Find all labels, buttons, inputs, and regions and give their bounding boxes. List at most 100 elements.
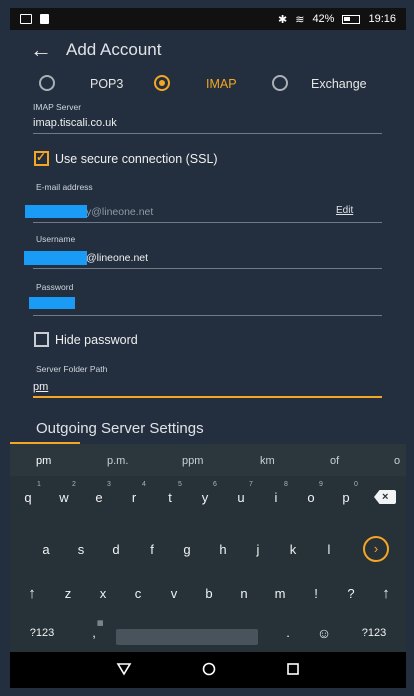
app-bar: ← Add Account — [10, 30, 406, 70]
hide-password-checkbox[interactable] — [34, 332, 49, 347]
key-p[interactable]: p — [336, 490, 356, 505]
shift-left-icon[interactable]: ↑ — [22, 585, 42, 602]
key-w[interactable]: w — [54, 490, 74, 505]
password-label: Password — [36, 282, 74, 292]
radio-pop3[interactable] — [39, 75, 55, 91]
battery-percent: 42% — [312, 13, 335, 25]
key-f[interactable]: f — [142, 542, 162, 557]
radio-imap-label[interactable]: IMAP — [206, 77, 237, 91]
suggestion-1[interactable]: pm — [36, 455, 51, 467]
key-j[interactable]: j — [248, 542, 268, 557]
email-input[interactable]: y@lineone.net — [86, 206, 153, 218]
key-s[interactable]: s — [71, 542, 91, 557]
outgoing-section-title: Outgoing Server Settings — [36, 420, 204, 437]
key-y[interactable]: y — [195, 490, 215, 505]
keyboard-row-4: ?123 ▦ , . ☺ ?123 — [10, 616, 406, 652]
email-underline — [33, 222, 382, 223]
imap-server-input[interactable]: imap.tiscali.co.uk — [33, 117, 117, 129]
key-c[interactable]: c — [128, 586, 148, 601]
wifi-icon: ≋ — [295, 13, 305, 26]
key-b[interactable]: b — [199, 586, 219, 601]
backspace-icon[interactable]: × — [374, 490, 396, 504]
suggestion-3[interactable]: ppm — [182, 455, 203, 467]
key-exclamation[interactable]: ! — [306, 586, 326, 601]
key-k[interactable]: k — [283, 542, 303, 557]
digit-hint: 4 — [142, 481, 146, 488]
digit-hint: 6 — [213, 481, 217, 488]
key-i[interactable]: i — [266, 490, 286, 505]
username-label: Username — [36, 234, 76, 244]
enter-icon[interactable]: › — [363, 536, 389, 562]
key-n[interactable]: n — [234, 586, 254, 601]
key-z[interactable]: z — [58, 586, 78, 601]
radio-imap[interactable] — [154, 75, 170, 91]
hide-password-label[interactable]: Hide password — [55, 333, 138, 347]
suggestion-6[interactable]: o — [394, 455, 400, 467]
key-t[interactable]: t — [160, 490, 180, 505]
ssl-label[interactable]: Use secure connection (SSL) — [55, 152, 218, 166]
digit-hint: 7 — [249, 481, 253, 488]
key-d[interactable]: d — [106, 542, 126, 557]
key-question[interactable]: ? — [341, 586, 361, 601]
on-screen-keyboard: pm p.m. ppm km of o 1 q 2 w 3 e 4 r 5 t … — [10, 444, 406, 652]
page-title: Add Account — [66, 40, 162, 59]
digit-hint: 1 — [37, 481, 41, 488]
key-l[interactable]: l — [319, 542, 339, 557]
notification-icon-2 — [40, 14, 49, 24]
radio-exchange-label[interactable]: Exchange — [311, 77, 367, 91]
back-arrow-icon[interactable]: ← — [30, 37, 54, 63]
keyboard-row-1: 1 q 2 w 3 e 4 r 5 t 6 y 7 u 8 i 9 o 0 p … — [10, 476, 406, 512]
key-v[interactable]: v — [164, 586, 184, 601]
key-u[interactable]: u — [231, 490, 251, 505]
emoji-icon[interactable]: ☺ — [314, 625, 334, 641]
status-bar: ✱ ≋ 42% 19:16 — [10, 8, 406, 30]
protocol-selector: POP3 IMAP Exchange — [10, 70, 406, 96]
spacebar[interactable] — [116, 629, 258, 645]
key-x[interactable]: x — [93, 586, 113, 601]
key-g[interactable]: g — [177, 542, 197, 557]
redacted-email — [25, 205, 87, 218]
clock: 19:16 — [368, 13, 396, 25]
battery-icon — [342, 14, 361, 24]
redacted-username — [24, 251, 87, 265]
symbols-key[interactable]: ?123 — [26, 627, 58, 639]
shift-right-icon[interactable]: ↑ — [376, 585, 396, 602]
digit-hint: 0 — [354, 481, 358, 488]
email-label: E-mail address — [36, 182, 93, 192]
email-edit-link[interactable]: Edit — [336, 205, 353, 216]
navigation-bar — [10, 652, 406, 688]
imap-server-underline — [33, 133, 382, 134]
radio-pop3-label[interactable]: POP3 — [90, 77, 123, 91]
notification-icon — [20, 14, 32, 24]
ssl-checkbox[interactable] — [34, 150, 49, 166]
folder-path-label: Server Folder Path — [36, 364, 108, 374]
redacted-password[interactable] — [29, 297, 75, 309]
suggestion-4[interactable]: km — [260, 455, 275, 467]
key-period[interactable]: . — [278, 625, 298, 640]
folder-path-input[interactable]: pm — [33, 381, 48, 393]
key-o[interactable]: o — [301, 490, 321, 505]
key-a[interactable]: a — [36, 542, 56, 557]
username-input[interactable]: @lineone.net — [86, 252, 148, 264]
digit-hint: 5 — [178, 481, 182, 488]
key-m[interactable]: m — [270, 586, 290, 601]
suggestion-5[interactable]: of — [330, 455, 339, 467]
suggestion-2[interactable]: p.m. — [107, 455, 128, 467]
folder-path-underline — [33, 396, 382, 398]
keyboard-row-3: ↑ z x c v b n m ! ? ↑ — [10, 576, 406, 612]
back-triangle-icon[interactable] — [116, 661, 132, 677]
imap-server-label: IMAP Server — [33, 102, 82, 112]
digit-hint: 8 — [284, 481, 288, 488]
key-q[interactable]: q — [18, 490, 38, 505]
home-circle-icon[interactable] — [201, 661, 217, 677]
digit-hint: 2 — [72, 481, 76, 488]
key-r[interactable]: r — [124, 490, 144, 505]
recents-square-icon[interactable] — [285, 661, 301, 677]
symbols-key-right[interactable]: ?123 — [358, 627, 390, 639]
keyboard-row-2: a s d f g h j k l › — [10, 532, 406, 568]
suggestion-strip: pm p.m. ppm km of o — [10, 444, 406, 476]
key-e[interactable]: e — [89, 490, 109, 505]
radio-exchange[interactable] — [272, 75, 288, 91]
key-comma[interactable]: , — [84, 625, 104, 640]
key-h[interactable]: h — [213, 542, 233, 557]
